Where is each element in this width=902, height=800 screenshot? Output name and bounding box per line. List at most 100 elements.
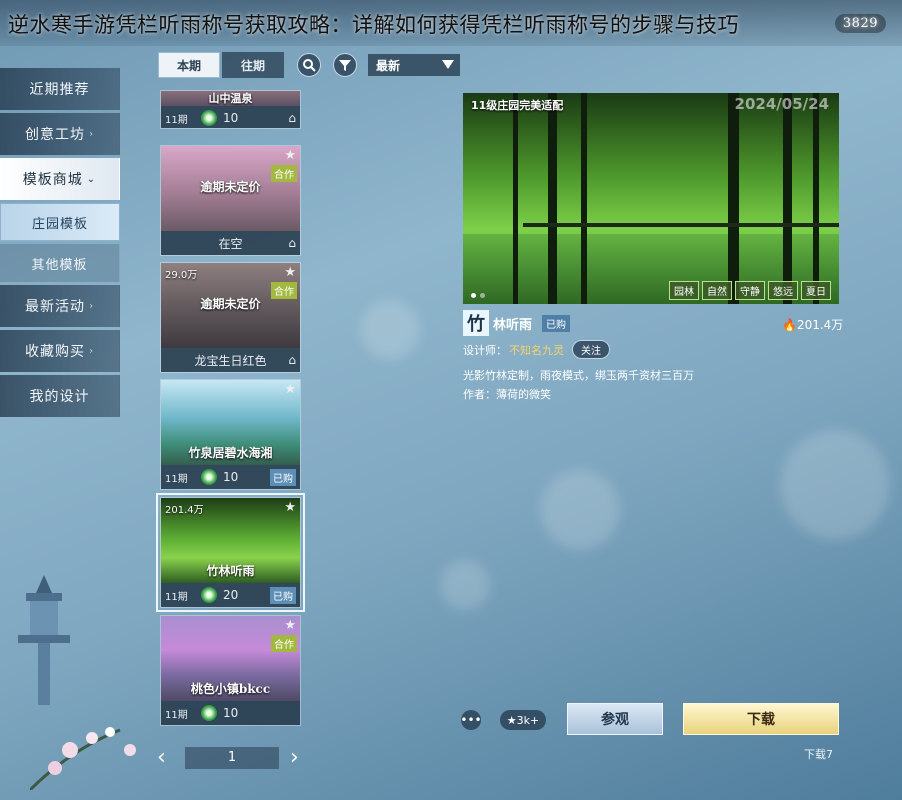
caret-down-icon <box>442 60 454 69</box>
search-button[interactable] <box>297 53 321 77</box>
nav-item-template-shop[interactable]: 模板商城 ⌄ <box>0 158 120 200</box>
owned-badge: 已购 <box>270 468 296 486</box>
star-icon: ★ <box>284 618 296 633</box>
carousel-dots[interactable] <box>471 293 485 298</box>
template-card[interactable]: ★ 合作 逾期未定价 在空 ⌂ <box>160 145 301 256</box>
nav-label: 其他模板 <box>31 257 88 273</box>
card-period: 11期 <box>165 591 188 603</box>
download-button[interactable]: 下载 <box>683 703 839 735</box>
card-info-bar: 11期 10 ⌂ <box>161 106 300 128</box>
author-line: 作者：薄荷的微笑 <box>463 388 551 401</box>
card-title: 逾期未定价 <box>200 297 261 311</box>
filter-icon <box>339 60 351 71</box>
star-icon: ★ <box>506 713 517 727</box>
design-preview-image[interactable]: 11级庄园完美适配 2024/05/24 园林 自然 守静 悠远 夏日 <box>463 93 839 304</box>
bamboo-trunk <box>513 93 518 304</box>
design-title: 竹 林听雨 已购 <box>463 310 571 336</box>
coin-icon <box>201 110 217 126</box>
nav-label: 模板商城 <box>22 172 83 188</box>
preview-caption: 11级庄园完美适配 <box>471 99 564 112</box>
design-description: 光影竹林定制，雨夜模式，绑玉两千资材三百万 作者：薄荷的微笑 <box>463 366 694 404</box>
nav-item-recommended[interactable]: 近期推荐 <box>0 68 120 110</box>
nav-item-my-designs[interactable]: 我的设计 <box>0 375 120 417</box>
template-card[interactable]: ★ 竹泉居碧水海湘 11期 10 已购 <box>160 379 301 490</box>
nav-item-workshop[interactable]: 创意工坊 › <box>0 113 120 155</box>
nav-label: 最新活动 <box>25 299 85 315</box>
card-title: 山中温泉 <box>208 92 253 105</box>
card-price: 10 <box>223 706 239 720</box>
card-heat: 201.4万 <box>165 505 204 516</box>
designer-row: 设计师： 不知名九灵 关注 <box>463 340 610 359</box>
card-info-bar: 龙宝生日红色 ⌂ <box>161 348 300 372</box>
card-info-bar: 11期 10 <box>161 701 300 725</box>
bamboo-trunk <box>581 93 587 304</box>
bamboo-trunk <box>783 93 792 304</box>
template-card-selected[interactable]: 201.4万 ★ 竹林听雨 11期 20 已购 <box>156 493 305 612</box>
tag: 自然 <box>702 281 732 300</box>
card-price: 10 <box>223 470 239 484</box>
tag: 守静 <box>735 281 765 300</box>
banner-title: 逆水寒手游凭栏听雨称号获取攻略：详解如何获得凭栏听雨称号的步骤与技巧 <box>8 13 739 37</box>
star-icon: ★ <box>284 148 296 163</box>
bamboo-trunk <box>813 93 819 304</box>
card-title: 逾期未定价 <box>200 180 261 194</box>
follow-button[interactable]: 关注 <box>572 340 610 359</box>
tab-past-periods[interactable]: 往期 <box>222 52 284 78</box>
flowers-decoration <box>30 727 136 790</box>
template-icon: ⌂ <box>288 236 296 250</box>
card-title: 竹泉居碧水海湘 <box>188 446 273 460</box>
preview-tags: 园林 自然 守静 悠远 夏日 <box>669 281 831 300</box>
description-line: 光影竹林定制，雨夜模式，绑玉两千资材三百万 <box>463 369 694 382</box>
tag: 夏日 <box>801 281 831 300</box>
nav-item-favorites[interactable]: 收藏购买 › <box>0 330 120 372</box>
sort-dropdown[interactable]: 最新 <box>368 54 460 76</box>
design-name: 林听雨 <box>493 317 533 333</box>
nav-subitem-manor-template[interactable]: 庄园模板 <box>0 203 120 241</box>
like-button[interactable]: ★ 3k+ <box>500 710 546 730</box>
chevron-down-icon: ⌄ <box>86 173 97 185</box>
bamboo-trunk <box>548 93 557 304</box>
template-card[interactable]: 29.0万 ★ 合作 逾期未定价 龙宝生日红色 ⌂ <box>160 262 301 373</box>
coin-icon <box>201 587 217 603</box>
tab-current-period[interactable]: 本期 <box>158 52 220 78</box>
nav-label: 近期推荐 <box>29 82 90 98</box>
more-options-button[interactable]: ••• <box>460 710 482 730</box>
heat-counter: 🔥201.4万 <box>782 316 843 333</box>
visit-button[interactable]: 参观 <box>567 703 663 735</box>
title-chip: 竹 <box>463 310 489 336</box>
nav-label: 创意工坊 <box>25 127 85 143</box>
tag: 悠远 <box>768 281 798 300</box>
card-price: 10 <box>223 111 239 125</box>
filter-button[interactable] <box>333 53 357 77</box>
card-title: 桃色小镇bkcc <box>190 682 271 696</box>
card-title: 竹林听雨 <box>206 564 255 578</box>
template-card[interactable]: ★ 合作 桃色小镇bkcc 11期 10 <box>160 615 301 726</box>
tag: 园林 <box>669 281 699 300</box>
nav-label: 庄园模板 <box>31 216 88 232</box>
sort-value: 最新 <box>376 59 401 73</box>
star-icon: ★ <box>284 265 296 280</box>
card-author: 在空 <box>218 236 243 251</box>
nav-item-latest-events[interactable]: 最新活动 › <box>0 285 120 327</box>
chevron-right-icon: › <box>89 300 94 312</box>
page-number-input[interactable]: 1 <box>185 747 279 769</box>
nav-subitem-other-template[interactable]: 其他模板 <box>0 244 120 282</box>
search-icon <box>303 59 316 72</box>
template-icon: ⌂ <box>288 353 296 367</box>
designer-name[interactable]: 不知名九灵 <box>509 342 564 358</box>
card-info-bar: 在空 ⌂ <box>161 231 300 255</box>
designer-label: 设计师： <box>463 343 507 357</box>
currency-counter: 3829 <box>834 14 886 33</box>
next-page-button[interactable]: › <box>290 745 299 770</box>
card-period: 11期 <box>165 473 188 485</box>
prev-page-button[interactable]: ‹ <box>157 745 166 770</box>
ellipsis-icon: ••• <box>460 713 482 727</box>
page-banner: 逆水寒手游凭栏听雨称号获取攻略：详解如何获得凭栏听雨称号的步骤与技巧 3829 <box>0 0 902 46</box>
template-icon: ⌂ <box>288 111 296 125</box>
chevron-right-icon: › <box>89 345 94 357</box>
coin-icon <box>201 705 217 721</box>
nav-label: 收藏购买 <box>25 344 85 360</box>
owned-badge: 已购 <box>542 314 571 332</box>
template-card[interactable]: 山中温泉 11期 10 ⌂ <box>160 90 301 129</box>
nav-label: 我的设计 <box>29 389 90 405</box>
